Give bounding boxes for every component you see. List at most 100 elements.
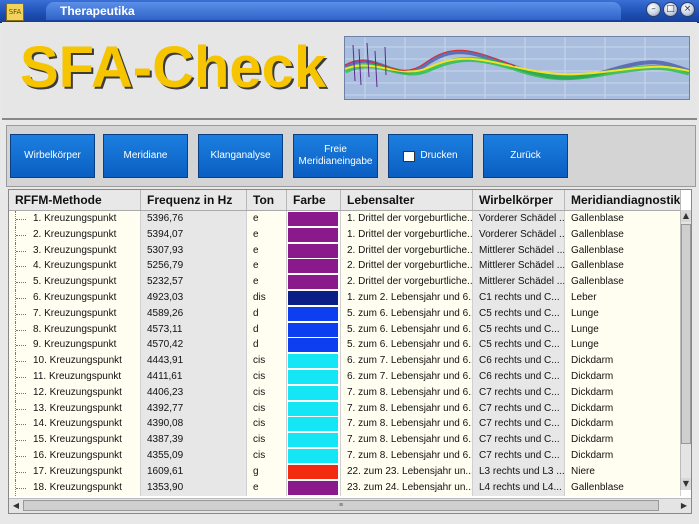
color-swatch: [288, 259, 338, 274]
frequency-cell: 4589,26: [141, 305, 247, 322]
wirbelkoerper-cell: C7 rechts und C...: [473, 448, 565, 464]
lebensalter-cell: 5. zum 6. Lebensjahr und 6...: [341, 305, 473, 322]
scroll-down-arrow[interactable]: ▼: [681, 478, 691, 490]
frequency-cell: 4406,23: [141, 384, 247, 401]
table-row[interactable]: 6. Kreuzungspunkt 4923,03 dis 1. zum 2. Leb…: [9, 290, 681, 306]
close-button[interactable]: ×: [680, 2, 695, 17]
frequency-cell: 1353,90: [141, 479, 247, 496]
tree-connector: [15, 226, 28, 243]
table-row[interactable]: 10. Kreuzungspunkt 4443,91 cis 6. zum 7. Le…: [9, 353, 681, 370]
table-row[interactable]: 1. Kreuzungspunkt 5396,76 e 1. Drittel der …: [9, 211, 681, 227]
point-name: 18. Kreuzungspunkt: [33, 481, 122, 493]
table-row[interactable]: 9. Kreuzungspunkt 4570,42 d 5. zum 6. Leben…: [9, 337, 681, 354]
color-cell: [287, 463, 341, 480]
lebensalter-cell: 23. zum 24. Lebensjahr un...: [341, 479, 473, 496]
column-header-lebensalter[interactable]: Lebensalter: [341, 190, 473, 210]
table-row[interactable]: 7. Kreuzungspunkt 4589,26 d 5. zum 6. Leben…: [9, 305, 681, 322]
tone-cell: cis: [247, 416, 287, 433]
point-name: 10. Kreuzungspunkt: [33, 355, 122, 367]
wirbelkoerper-cell: C1 rechts und C...: [473, 290, 565, 306]
vertical-scrollbar[interactable]: ▲ ▼: [680, 210, 691, 490]
lebensalter-cell: 22. zum 23. Lebensjahr un...: [341, 463, 473, 480]
table-row[interactable]: 14. Kreuzungspunkt 4390,08 cis 7. zum 8. Le…: [9, 416, 681, 433]
color-cell: [287, 384, 341, 401]
meridian-cell: Lunge: [565, 337, 681, 354]
point-name: 3. Kreuzungspunkt: [33, 244, 117, 256]
frequency-cell: 5307,93: [141, 242, 247, 259]
column-header-ton[interactable]: Ton: [247, 190, 287, 210]
tree-connector: [15, 242, 28, 259]
frequency-cell: 5232,57: [141, 274, 247, 291]
table-row[interactable]: 13. Kreuzungspunkt 4392,77 cis 7. zum 8. Le…: [9, 400, 681, 417]
color-swatch: [288, 433, 338, 448]
title-bar[interactable]: SFA Therapeutika – □ ×: [0, 0, 699, 23]
tree-connector: [15, 321, 28, 338]
tree-connector: [15, 211, 28, 227]
point-name: 1. Kreuzungspunkt: [33, 213, 117, 224]
point-name-cell: 4. Kreuzungspunkt: [9, 258, 141, 275]
lebensalter-cell: 5. zum 6. Lebensjahr und 6...: [341, 337, 473, 354]
point-name: 8. Kreuzungspunkt: [33, 323, 117, 335]
tree-connector: [15, 416, 28, 433]
column-header-farbe[interactable]: Farbe: [287, 190, 341, 210]
table-row[interactable]: 15. Kreuzungspunkt 4387,39 cis 7. zum 8. Le…: [9, 432, 681, 449]
point-name: 14. Kreuzungspunkt: [33, 418, 122, 430]
horizontal-scrollbar[interactable]: ◀ ≡ ▶: [9, 498, 691, 513]
maximize-button[interactable]: □: [663, 2, 678, 17]
table-row[interactable]: 18. Kreuzungspunkt 1353,90 e 23. zum 24. Le…: [9, 479, 681, 496]
point-name-cell: 1. Kreuzungspunkt: [9, 211, 141, 227]
meridiane-button[interactable]: Meridiane: [103, 134, 188, 178]
color-swatch: [288, 401, 338, 416]
table-row[interactable]: 8. Kreuzungspunkt 4573,11 d 5. zum 6. Leben…: [9, 321, 681, 338]
table-row[interactable]: 2. Kreuzungspunkt 5394,07 e 1. Drittel der …: [9, 226, 681, 243]
color-swatch: [288, 243, 338, 258]
frequency-cell: 4392,77: [141, 400, 247, 417]
wirbelkoerper-button[interactable]: Wirbelkörper: [10, 134, 95, 178]
color-swatch: [288, 322, 338, 337]
vertical-scroll-thumb[interactable]: [681, 224, 691, 444]
horizontal-scroll-thumb[interactable]: ≡: [23, 500, 659, 511]
point-name: 17. Kreuzungspunkt: [33, 465, 122, 477]
table-row[interactable]: 4. Kreuzungspunkt 5256,79 e 2. Drittel der …: [9, 258, 681, 275]
table-row[interactable]: 16. Kreuzungspunkt 4355,09 cis 7. zum 8. Le…: [9, 448, 681, 464]
tone-cell: cis: [247, 448, 287, 464]
table-row[interactable]: 12. Kreuzungspunkt 4406,23 cis 7. zum 8. Le…: [9, 384, 681, 401]
scroll-right-arrow[interactable]: ▶: [678, 500, 690, 511]
frequency-cell: 4443,91: [141, 353, 247, 370]
table-row[interactable]: 5. Kreuzungspunkt 5232,57 e 2. Drittel der …: [9, 274, 681, 291]
color-swatch: [288, 370, 338, 384]
column-header-wirbelkoerper[interactable]: Wirbelkörper: [473, 190, 565, 210]
lebensalter-cell: 6. zum 7. Lebensjahr und 6...: [341, 353, 473, 370]
meridiane-button-label: Meridiane: [123, 150, 168, 161]
scroll-up-arrow[interactable]: ▲: [681, 210, 691, 222]
column-header-frequenz[interactable]: Frequenz in Hz: [141, 190, 247, 210]
klanganalyse-button[interactable]: Klanganalyse: [198, 134, 283, 178]
drucken-button-label: Drucken: [420, 150, 458, 161]
point-name-cell: 11. Kreuzungspunkt: [9, 369, 141, 385]
minimize-button[interactable]: –: [646, 2, 661, 17]
scroll-left-arrow[interactable]: ◀: [10, 500, 22, 511]
table-row[interactable]: 3. Kreuzungspunkt 5307,93 e 2. Drittel der …: [9, 242, 681, 259]
lebensalter-cell: 7. zum 8. Lebensjahr und 6...: [341, 400, 473, 417]
app-icon[interactable]: SFA: [6, 3, 24, 21]
point-name-cell: 2. Kreuzungspunkt: [9, 226, 141, 243]
results-table[interactable]: RFFM-Methode Frequenz in Hz Ton Farbe Le…: [8, 189, 692, 514]
color-cell: [287, 290, 341, 306]
meridian-cell: Dickdarm: [565, 400, 681, 417]
drucken-button[interactable]: Drucken: [388, 134, 473, 178]
color-swatch: [288, 338, 338, 353]
meridian-cell: Dickdarm: [565, 416, 681, 433]
column-header-rffm[interactable]: RFFM-Methode: [9, 190, 141, 210]
table-row[interactable]: 11. Kreuzungspunkt 4411,61 cis 6. zum 7. Le…: [9, 369, 681, 385]
meridian-cell: Dickdarm: [565, 353, 681, 370]
tone-cell: cis: [247, 384, 287, 401]
point-name-cell: 15. Kreuzungspunkt: [9, 432, 141, 449]
freie-meridianeingabe-button[interactable]: Freie Meridianeingabe: [293, 134, 378, 178]
zurueck-button[interactable]: Zurück: [483, 134, 568, 178]
wirbelkoerper-cell: Vorderer Schädel ...: [473, 226, 565, 243]
table-row[interactable]: 17. Kreuzungspunkt 1609,61 g 22. zum 23. Le…: [9, 463, 681, 480]
column-header-meridiandiagnostik[interactable]: Meridiandiagnostik: [565, 190, 681, 210]
tone-cell: e: [247, 242, 287, 259]
tone-cell: e: [247, 479, 287, 496]
tree-connector: [15, 432, 28, 449]
